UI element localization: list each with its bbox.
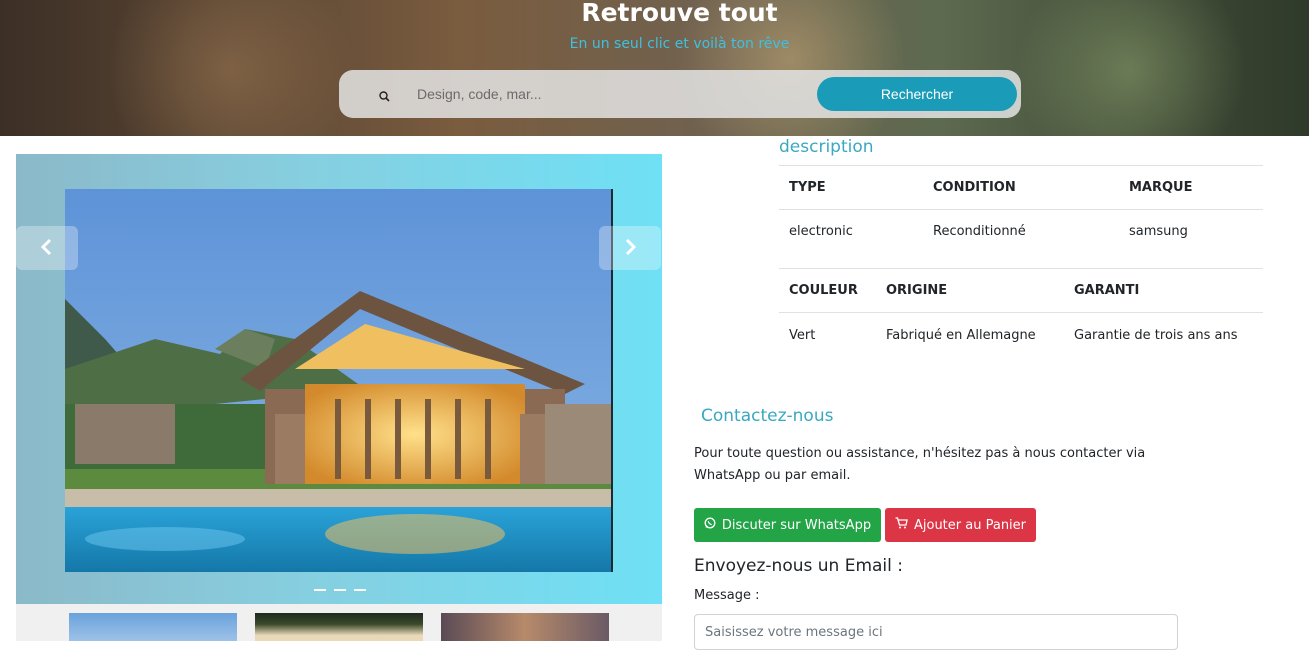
spec-value-color: Vert xyxy=(789,327,816,343)
search-bar: Rechercher xyxy=(339,70,1021,118)
spec-header-origin: ORIGINE xyxy=(876,268,1064,313)
sunset-thumbnail[interactable] xyxy=(441,613,609,641)
product-carousel xyxy=(16,154,662,604)
hero-banner: Retrouve tout En un seul clic et voilà t… xyxy=(0,0,1309,136)
contact-title: Contactez-nous xyxy=(701,406,834,426)
spec-header-condition: CONDITION xyxy=(923,165,1119,210)
house-thumbnail[interactable] xyxy=(69,613,237,641)
add-to-cart-button[interactable]: Ajouter au Panier xyxy=(885,508,1036,542)
spec-value-condition: Reconditionné xyxy=(933,224,1026,240)
spec-value-warranty: Garantie de trois ans ans xyxy=(1074,327,1238,343)
contact-text: Pour toute question ou assistance, n'hés… xyxy=(694,446,1146,483)
cart-icon xyxy=(895,517,908,533)
search-button[interactable]: Rechercher xyxy=(817,77,1017,111)
whatsapp-icon xyxy=(704,517,716,533)
chevron-left-icon xyxy=(40,238,54,259)
message-label: Message : xyxy=(694,588,760,603)
spec-value-brand: samsung xyxy=(1129,224,1188,240)
spec-header-type: TYPE xyxy=(779,165,923,210)
carousel-indicator[interactable] xyxy=(334,589,346,591)
spec-header-color: COULEUR xyxy=(779,268,876,313)
carousel-next-button[interactable] xyxy=(599,226,661,270)
spec-value-origin: Fabriqué en Allemagne xyxy=(886,327,1036,343)
thumbnail-strip xyxy=(16,604,662,641)
carousel-prev-button[interactable] xyxy=(16,226,78,270)
carousel-indicators xyxy=(314,589,366,591)
spec-table-1: TYPE CONDITION MARQUE electronic Recondi… xyxy=(779,165,1263,254)
message-input[interactable] xyxy=(694,614,1178,650)
product-image-house xyxy=(65,189,613,572)
palm-beach-thumbnail[interactable] xyxy=(255,613,423,641)
description-title: description xyxy=(779,137,874,157)
carousel-indicator[interactable] xyxy=(314,589,326,591)
search-input[interactable] xyxy=(417,82,807,106)
search-icon[interactable] xyxy=(379,87,390,102)
chevron-right-icon xyxy=(623,238,637,259)
hero-subtitle: En un seul clic et voilà ton rêve xyxy=(569,36,790,52)
spec-header-warranty: GARANTI xyxy=(1064,268,1263,313)
hero-title: Retrouve tout xyxy=(581,0,778,27)
whatsapp-button-label: Discuter sur WhatsApp xyxy=(721,517,872,533)
email-section-title: Envoyez-nous un Email : xyxy=(694,556,904,576)
carousel-indicator[interactable] xyxy=(354,589,366,591)
add-to-cart-label: Ajouter au Panier xyxy=(913,517,1027,533)
whatsapp-button[interactable]: Discuter sur WhatsApp xyxy=(694,508,881,542)
spec-table-2: COULEUR ORIGINE GARANTI Vert Fabriqué en… xyxy=(779,268,1263,358)
spec-header-brand: MARQUE xyxy=(1119,165,1263,210)
spec-value-type: electronic xyxy=(789,224,853,240)
